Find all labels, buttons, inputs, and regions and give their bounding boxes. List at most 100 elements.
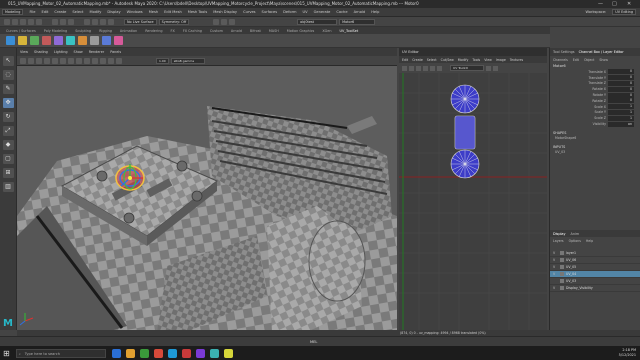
attribute-value[interactable]: 0 — [608, 92, 634, 98]
shelf-tab[interactable]: Curves / Surfaces — [6, 29, 36, 33]
uv-shell-cylinder[interactable] — [454, 115, 476, 150]
uv-menu-image[interactable]: Image — [496, 58, 506, 62]
tab-display-layers[interactable]: Display — [553, 232, 566, 236]
vp-menu-lighting[interactable]: Lighting — [54, 50, 68, 54]
taskbar-app-icon[interactable] — [125, 348, 135, 358]
taskbar-app-icon[interactable] — [209, 348, 219, 358]
snap-curve-icon[interactable] — [92, 18, 98, 25]
taskbar-app-icon[interactable] — [223, 348, 233, 358]
shadows-icon[interactable] — [92, 57, 98, 64]
layer-row[interactable]: UV_03 — [550, 278, 640, 285]
uv-distortion-icon[interactable] — [430, 65, 435, 71]
move-tool-icon[interactable]: ✥ — [2, 98, 14, 108]
shelf-tool-icon[interactable] — [102, 36, 111, 45]
camera-icon[interactable] — [20, 57, 26, 64]
shelf-tab[interactable]: Poly Modeling — [44, 29, 67, 33]
windows-start-icon[interactable]: ⊞ — [3, 349, 10, 358]
cb-menu-channels[interactable]: Channels — [553, 58, 568, 62]
shelf-tab[interactable]: XGen — [322, 29, 331, 33]
attribute-value[interactable]: 0 — [608, 86, 634, 92]
vp-menu-view[interactable]: View — [20, 50, 28, 54]
redo-icon[interactable] — [36, 18, 42, 25]
shelf-tool-icon[interactable] — [42, 36, 51, 45]
shelf-tab-active[interactable]: UV_ToolSet — [340, 29, 359, 33]
uv-menu-view[interactable]: View — [484, 58, 492, 62]
menu-generate[interactable]: Generate — [314, 10, 331, 14]
shelf-tab[interactable]: Motion Graphics — [287, 29, 315, 33]
shape-item[interactable]: MotorShape6 — [550, 136, 640, 141]
attribute-value[interactable]: 0 — [608, 98, 634, 104]
attribute-value[interactable]: 1 — [608, 109, 634, 115]
save-scene-icon[interactable] — [20, 18, 26, 25]
menu-help[interactable]: Help — [371, 10, 379, 14]
menu-deform[interactable]: Deform — [283, 10, 296, 14]
minimize-button[interactable]: — — [598, 0, 603, 8]
uv-texture-field[interactable]: UV Toolkit — [450, 65, 484, 71]
layer-menu-options[interactable]: Options — [569, 239, 581, 243]
shelf-tool-icon[interactable] — [30, 36, 39, 45]
shelf-tab[interactable]: Sculpting — [75, 29, 91, 33]
menu-display[interactable]: Display — [107, 10, 120, 14]
menu-curves[interactable]: Curves — [243, 10, 255, 14]
layer-row[interactable]: V UV_06 — [550, 257, 640, 264]
menu-windows[interactable]: Windows — [127, 10, 143, 14]
shelf-tool-icon[interactable] — [18, 36, 27, 45]
name-search-field[interactable]: Motor6 — [339, 18, 376, 25]
shelf-tool-icon[interactable] — [66, 36, 75, 45]
layer-visibility-toggle[interactable]: V — [553, 251, 558, 255]
cb-menu-edit[interactable]: Edit — [573, 58, 579, 62]
taskbar-app-icon[interactable] — [181, 348, 191, 358]
uv-shell-top-disc[interactable] — [450, 84, 480, 114]
shelf-tool-icon[interactable] — [54, 36, 63, 45]
menu-file[interactable]: File — [29, 10, 35, 14]
gamma-field[interactable]: 1.00 — [156, 57, 169, 64]
attribute-value[interactable]: 1 — [608, 104, 634, 110]
menu-mesh-display[interactable]: Mesh Display — [213, 10, 237, 14]
rotate-tool-icon[interactable]: ↻ — [2, 112, 14, 122]
tab-channel-box[interactable]: Channel Box / Layer Editor — [579, 50, 624, 54]
open-scene-icon[interactable] — [12, 18, 18, 25]
layer-color-swatch[interactable] — [560, 279, 564, 283]
tab-tool-settings[interactable]: Tool Settings — [553, 50, 575, 54]
menu-uv[interactable]: UV — [302, 10, 307, 14]
uv-shell-bottom-disc[interactable] — [450, 149, 480, 179]
vp-menu-show[interactable]: Show — [74, 50, 83, 54]
layer-visibility-toggle[interactable]: V — [553, 286, 558, 290]
attribute-value[interactable]: 0 — [608, 80, 634, 86]
attribute-value[interactable]: 1 — [608, 115, 634, 121]
shelf-tab[interactable]: Rendering — [145, 29, 162, 33]
uv-menu-create[interactable]: Create — [412, 58, 423, 62]
shelf-tab[interactable]: MASH — [269, 29, 279, 33]
uv-menu-select[interactable]: Select — [427, 58, 437, 62]
shelf-tab[interactable]: FX Caching — [183, 29, 202, 33]
layer-color-swatch[interactable] — [560, 251, 564, 255]
smooth-shade-icon[interactable] — [68, 57, 74, 64]
menu-surfaces[interactable]: Surfaces — [262, 10, 278, 14]
uv-grid-icon[interactable] — [402, 65, 407, 71]
attribute-row[interactable]: Visibility on — [550, 121, 640, 127]
menu-edit[interactable]: Edit — [41, 10, 48, 14]
maximize-button[interactable]: □ — [612, 0, 617, 8]
input-item[interactable]: UV_03 — [550, 150, 640, 155]
object-name-field[interactable]: obj0test — [297, 18, 338, 25]
shelf-tool-icon[interactable] — [6, 36, 15, 45]
ao-icon[interactable] — [100, 57, 106, 64]
uv-menu-edit[interactable]: Edit — [402, 58, 408, 62]
undo-icon[interactable] — [28, 18, 34, 25]
shelf-tab[interactable]: Rigging — [99, 29, 112, 33]
camera-attr-icon[interactable] — [28, 57, 34, 64]
layer-color-swatch[interactable] — [560, 286, 564, 290]
shelf-tab[interactable]: Arnold — [231, 29, 242, 33]
layer-visibility-toggle[interactable]: V — [553, 265, 558, 269]
scale-tool-icon[interactable]: ⤢ — [2, 126, 14, 136]
wireframe-icon[interactable] — [60, 57, 66, 64]
attribute-value[interactable]: on — [608, 121, 634, 127]
cb-menu-object[interactable]: Object — [584, 58, 594, 62]
layer-row[interactable]: V UV_05 — [550, 264, 640, 271]
menu-arnold[interactable]: Arnold — [354, 10, 366, 14]
taskbar-app-icon[interactable] — [195, 348, 205, 358]
layer-color-swatch[interactable] — [560, 258, 564, 262]
shelf-tool-icon[interactable] — [78, 36, 87, 45]
image-plane-icon[interactable] — [44, 57, 50, 64]
shelf-tab[interactable]: Animation — [120, 29, 137, 33]
